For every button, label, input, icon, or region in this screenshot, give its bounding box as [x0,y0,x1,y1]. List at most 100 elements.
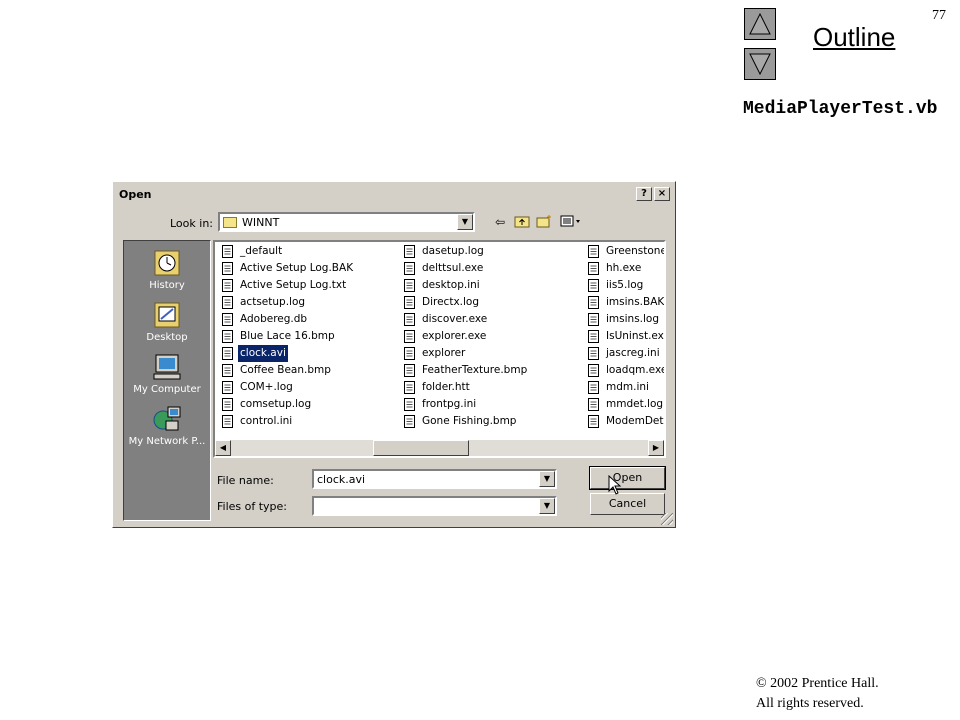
look-in-dropdown[interactable]: WINNT ▼ [218,212,475,232]
copyright-line-2: All rights reserved. [756,696,864,711]
up-folder-icon[interactable] [513,214,531,230]
file-name-value: clock.avi [317,473,366,486]
previous-slide-button[interactable] [744,8,776,40]
file-icon [587,415,600,428]
slide-number: 77 [932,8,946,23]
chevron-down-icon[interactable]: ▼ [539,471,555,487]
look-in-value: WINNT [242,216,280,229]
file-name: Greenstone.b [606,245,664,257]
file-name: delttsul.exe [422,262,484,274]
file-icon [403,330,416,343]
file-name-input[interactable]: clock.avi ▼ [312,469,557,489]
new-folder-icon[interactable] [535,214,553,230]
open-dialog: Open ? × Look in: WINNT ▼ ⇦ History Desk… [112,181,676,528]
chevron-down-icon[interactable]: ▼ [457,214,473,230]
place-history-label: History [149,280,185,291]
close-button[interactable]: × [654,187,670,201]
place-my-computer-label: My Computer [133,384,201,395]
file-name: Active Setup Log.txt [240,279,347,291]
file-name: IsUninst.exe [606,330,666,342]
history-icon [152,249,182,277]
file-icon [587,279,600,292]
file-name: frontpg.ini [422,398,477,410]
file-name: folder.htt [422,381,470,393]
scrollbar-thumb[interactable] [373,440,469,456]
file-name: Blue Lace 16.bmp [240,330,335,342]
files-of-type-label: Files of type: [217,500,288,513]
file-name: explorer [422,347,466,359]
file-name: imsins.log [606,313,660,325]
file-icon [221,245,234,258]
file-name: FeatherTexture.bmp [422,364,528,376]
file-name: imsins.BAK [606,296,665,308]
file-name: iis5.log [606,279,644,291]
file-name: loadqm.exe [606,364,666,376]
file-icon [403,415,416,428]
next-slide-button[interactable] [744,48,776,80]
file-title: MediaPlayerTest.vb [743,99,938,119]
view-menu-icon[interactable] [559,214,583,230]
file-icon [221,364,234,377]
file-name: Gone Fishing.bmp [422,415,517,427]
file-icon [403,245,416,258]
resize-grip-icon[interactable] [661,513,673,525]
folder-icon [223,217,237,228]
file-name: desktop.ini [422,279,480,291]
file-icon [587,245,600,258]
file-name: Active Setup Log.BAK [240,262,354,274]
file-name: jascreg.ini [606,347,660,359]
file-icon [221,330,234,343]
file-name: Directx.log [422,296,479,308]
mouse-cursor-icon [608,475,622,495]
file-icon [221,279,234,292]
file-list[interactable]: _default Active Setup Log.BAK Active Setup… [213,240,666,458]
file-icon [403,398,416,411]
file-icon [403,364,416,377]
scroll-left-icon[interactable]: ◀ [215,440,231,456]
file-icon [403,296,416,309]
file-name: discover.exe [422,313,488,325]
file-icon [587,347,600,360]
files-of-type-dropdown[interactable]: ▼ [312,496,557,516]
open-button[interactable]: Open [589,466,666,490]
outline-link[interactable]: Outline [813,22,895,53]
scroll-right-icon[interactable]: ▶ [648,440,664,456]
file-icon [587,398,600,411]
dialog-title: Open [119,188,152,201]
file-icon [587,330,600,343]
file-name: explorer.exe [422,330,487,342]
file-name: actsetup.log [240,296,306,308]
file-icon [587,381,600,394]
horizontal-scrollbar[interactable]: ◀ ▶ [215,440,664,456]
file-name: mmdet.log [606,398,664,410]
place-my-computer[interactable]: My Computer [124,353,210,395]
places-bar: History Desktop My Computer My Network P… [123,240,211,521]
file-icon [403,347,416,360]
cancel-button[interactable]: Cancel [590,493,665,515]
file-icon [403,381,416,394]
file-icon [221,398,234,411]
file-name-label: File name: [217,474,274,487]
back-arrow-icon[interactable]: ⇦ [491,214,509,230]
copyright: © 2002 Prentice Hall. All rights reserve… [756,674,879,714]
arrow-up-icon [749,12,771,35]
file-icon [221,262,234,275]
file-name: clock.avi [238,345,288,362]
file-name: Adobereg.db [240,313,308,325]
help-button[interactable]: ? [636,187,652,201]
file-icon [587,364,600,377]
chevron-down-icon[interactable]: ▼ [539,498,555,514]
file-icon [221,313,234,326]
file-icon [221,296,234,309]
place-network[interactable]: My Network P... [124,405,210,447]
file-name: comsetup.log [240,398,312,410]
place-history[interactable]: History [124,249,210,291]
place-desktop-label: Desktop [146,332,188,343]
file-name: ModemDet.tx [606,415,664,427]
network-places-icon [152,405,182,433]
file-icon [221,381,234,394]
file-name: _default [240,245,283,257]
place-desktop[interactable]: Desktop [124,301,210,343]
file-name: control.ini [240,415,293,427]
file-icon [587,313,600,326]
